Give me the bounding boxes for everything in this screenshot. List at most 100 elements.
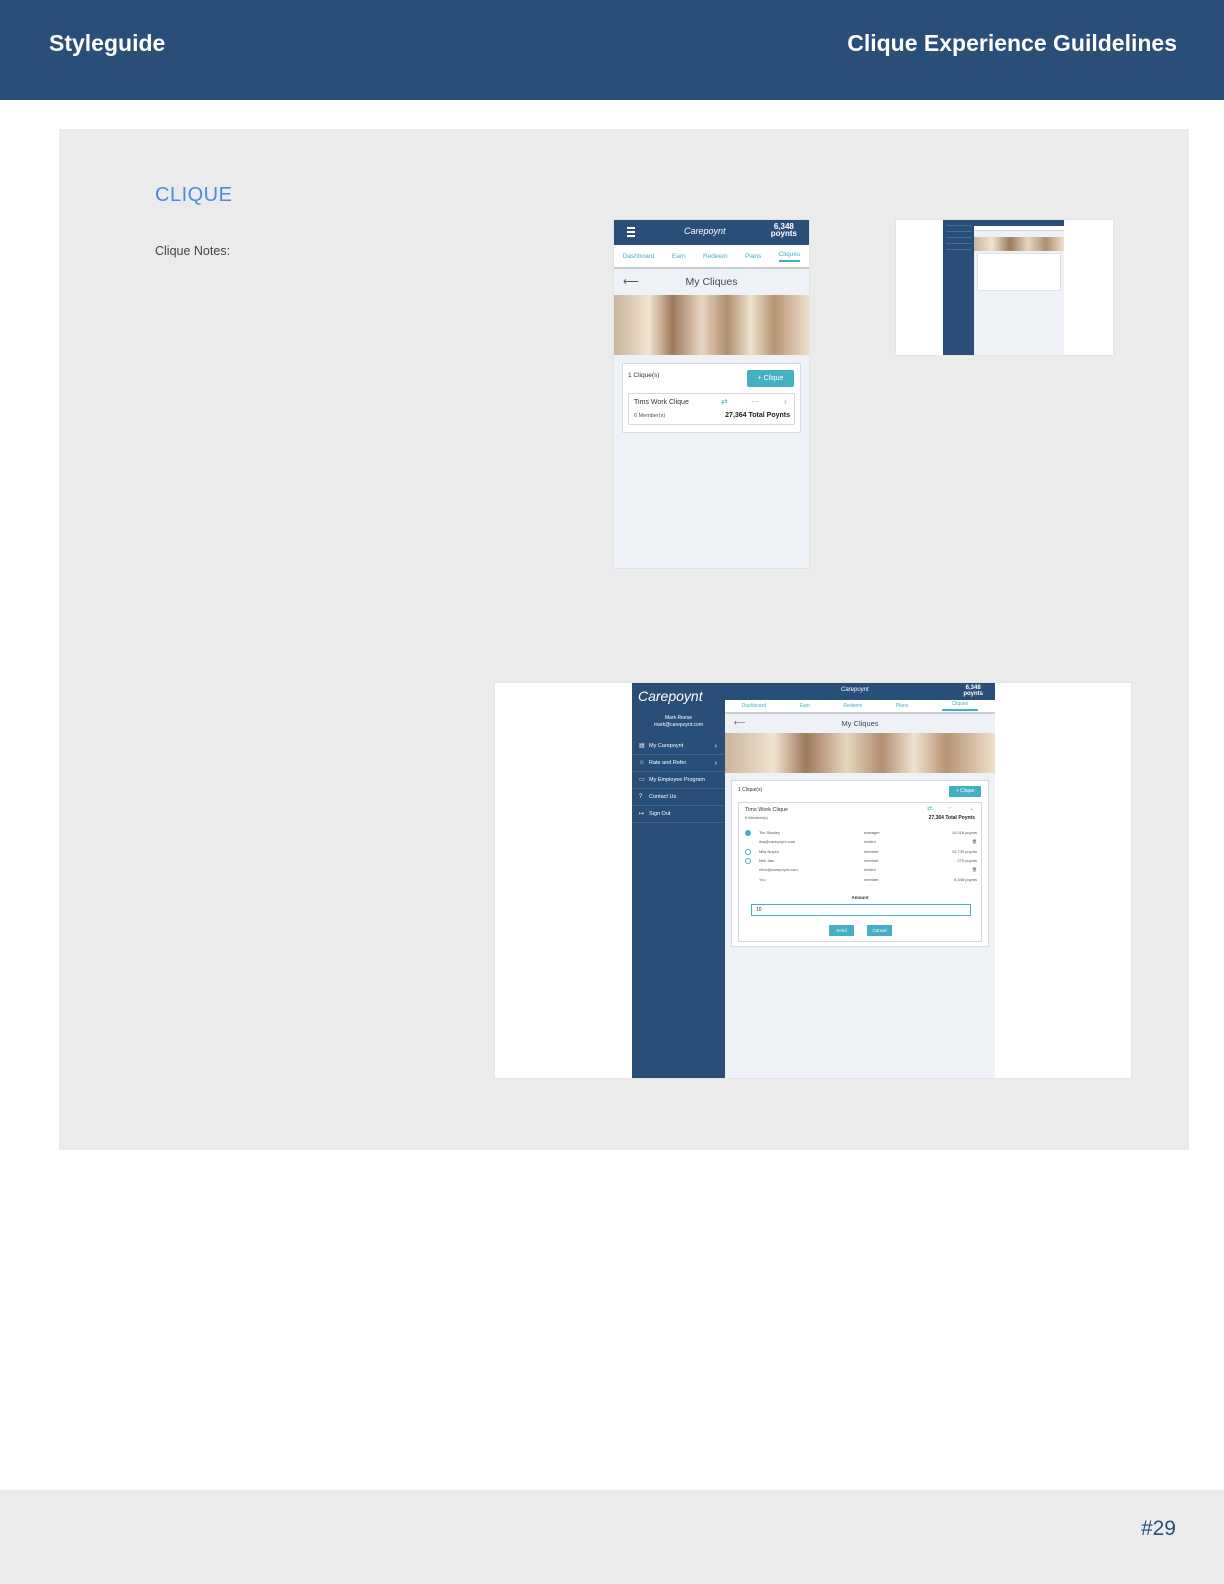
member-name: lisa@carepoynt.com xyxy=(759,839,796,844)
desktop-clique-members: 6 Member(s) xyxy=(745,815,768,820)
mobile-tab-plans[interactable]: Plans xyxy=(745,253,761,260)
mobile-tabs: Dashboard Earn Redeem Plans Cliques xyxy=(614,245,809,269)
desktop-top-bar: Carepoynt 6,348 poynts xyxy=(725,683,995,700)
desktop-user-info: Mark Reese mark@carepoynt.com xyxy=(632,715,725,729)
member-role: member xyxy=(864,877,879,882)
sidebar-item-my-carepoynt[interactable]: ▤ My Carepoynt › xyxy=(632,738,725,755)
transfer-icon[interactable]: ⇄ xyxy=(927,805,932,812)
id-card-icon: ▭ xyxy=(639,777,645,783)
thumbnail-photo xyxy=(974,237,1064,251)
mobile-top-bar: Carepoynt 6,348 poynts xyxy=(614,220,809,245)
send-button[interactable]: Send xyxy=(829,925,854,936)
sidebar-item-sign-out[interactable]: ↦ Sign Out xyxy=(632,806,725,823)
header-document-title: Clique Experience Guildelines xyxy=(847,30,1177,56)
desktop-clique-total: 27,364 Total Poynts xyxy=(928,815,975,821)
desktop-tabs: Dashboard Earn Redeem Plans Cliques xyxy=(725,700,995,714)
trash-icon[interactable]: 🗑 xyxy=(972,867,977,872)
member-row[interactable]: Tim Stanley manager 10,016 poynts xyxy=(739,829,983,838)
desktop-sidebar-menu: ▤ My Carepoynt › ☆ Rate and Refer › ▭ My Empl… xyxy=(632,738,725,823)
trash-icon[interactable]: 🗑 xyxy=(972,839,977,844)
hamburger-icon[interactable] xyxy=(627,227,635,239)
mobile-cliques-screenshot: Carepoynt 6,348 poynts Dashboard Earn Re… xyxy=(613,219,810,569)
mobile-logo: Carepoynt xyxy=(684,226,726,236)
mobile-tab-redeem[interactable]: Redeem xyxy=(703,253,728,260)
transfer-icon[interactable]: ⇄ xyxy=(721,397,728,406)
desktop-points-label: poynts xyxy=(963,691,983,697)
desktop-brand-logo: Carepoynt xyxy=(638,688,703,704)
help-icon: ? xyxy=(639,794,643,800)
desktop-clique-card: 1 Clique(s) + Clique Tims Work Clique ⇄ … xyxy=(731,780,989,947)
page-number: #29 xyxy=(1140,1517,1176,1540)
sidebar-item-rate-and-refer[interactable]: ☆ Rate and Refer › xyxy=(632,755,725,772)
member-name: Tim Stanley xyxy=(759,830,780,835)
checkbox-icon[interactable] xyxy=(745,858,751,864)
member-name: Neil Jain xyxy=(759,858,775,863)
mobile-clique-row[interactable]: Tims Work Clique ⇄ ··· › 6 Member(s) 27,… xyxy=(628,393,795,425)
sidebar-item-employee-program[interactable]: ▭ My Employee Program xyxy=(632,772,725,789)
sidebar-item-contact-us[interactable]: ? Contact Us xyxy=(632,789,725,806)
member-role: member xyxy=(864,849,879,854)
sign-out-icon: ↦ xyxy=(639,811,645,817)
member-row[interactable]: chris@carepoynt.com invited 🗑 xyxy=(739,866,983,875)
member-role: manager xyxy=(864,830,880,835)
member-points: 10,730 poynts xyxy=(951,849,977,854)
sidebar-item-label: Rate and Refer xyxy=(649,760,687,766)
member-name: Mila Noyes xyxy=(759,849,779,854)
desktop-cliques-thumbnail xyxy=(895,219,1114,356)
member-name: You xyxy=(759,877,766,882)
desktop-tab-dashboard[interactable]: Dashboard xyxy=(742,703,766,709)
sidebar-item-label: My Employee Program xyxy=(649,777,705,783)
member-points: 270 poynts xyxy=(957,858,977,863)
desktop-points-badge: 6,348 poynts xyxy=(963,685,983,697)
desktop-main: Carepoynt 6,348 poynts Dashboard Earn Re… xyxy=(725,683,995,1078)
mobile-clique-name: Tims Work Clique xyxy=(634,399,689,406)
chevron-down-icon[interactable]: ⌄ xyxy=(969,805,974,812)
mobile-clique-total: 27,364 Total Poynts xyxy=(725,412,790,419)
page-header: Styleguide Clique Experience Guildelines xyxy=(0,0,1224,100)
chevron-right-icon: › xyxy=(714,743,717,750)
desktop-tab-earn[interactable]: Earn xyxy=(800,703,811,709)
thumbnail-card xyxy=(977,253,1061,291)
desktop-clique-group: Tims Work Clique ⇄ ··· ⌄ 6 Member(s) 27,… xyxy=(738,802,982,942)
member-row[interactable]: Neil Jain member 270 poynts xyxy=(739,857,983,866)
mobile-clique-members: 6 Member(s) xyxy=(634,413,666,419)
mobile-points-badge: 6,348 poynts xyxy=(770,223,797,238)
mobile-page-title: My Cliques xyxy=(685,276,738,288)
checkbox-checked-icon[interactable] xyxy=(745,830,751,836)
more-icon[interactable]: ··· xyxy=(947,805,953,811)
desktop-tab-cliques[interactable]: Cliques xyxy=(941,701,979,711)
chevron-right-icon[interactable]: › xyxy=(784,397,787,406)
desktop-logo: Carepoynt xyxy=(841,687,869,693)
header-styleguide-title: Styleguide xyxy=(49,30,166,56)
family-photo xyxy=(725,733,995,773)
mobile-tab-earn[interactable]: Earn xyxy=(672,253,686,260)
mobile-tab-cliques[interactable]: Cliques xyxy=(778,251,801,262)
member-name: chris@carepoynt.com xyxy=(759,867,798,872)
desktop-clique-name: Tims Work Clique xyxy=(745,807,789,813)
cancel-button[interactable]: Cancel xyxy=(867,925,892,936)
mobile-title-bar: ⟵ My Cliques xyxy=(614,269,809,295)
page-footer: #29 xyxy=(0,1490,1224,1584)
thumbnail-main xyxy=(974,220,1064,355)
desktop-add-clique-button[interactable]: + Clique xyxy=(949,786,981,797)
desktop-sidebar: Carepoynt Mark Reese mark@carepoynt.com … xyxy=(632,683,725,1078)
desktop-tab-plans[interactable]: Plans xyxy=(896,703,909,709)
checkbox-icon[interactable] xyxy=(745,849,751,855)
document-icon: ▤ xyxy=(639,743,645,749)
desktop-clique-count: 1 Clique(s) xyxy=(738,787,763,793)
member-row[interactable]: lisa@carepoynt.com invited 🗑 xyxy=(739,838,983,847)
desktop-page-title: My Cliques xyxy=(841,719,879,728)
mobile-tab-dashboard[interactable]: Dashboard xyxy=(623,253,655,260)
more-icon[interactable]: ··· xyxy=(751,397,759,406)
desktop-user-name: Mark Reese xyxy=(665,715,692,721)
amount-input[interactable]: 10 xyxy=(751,904,971,916)
member-row[interactable]: You member 6,348 poynts xyxy=(739,876,983,885)
thumbnail-sidebar xyxy=(943,220,974,355)
desktop-tab-redeem[interactable]: Redeem xyxy=(843,703,862,709)
mobile-add-clique-button[interactable]: + Clique xyxy=(747,370,794,387)
mobile-points-label: poynts xyxy=(770,229,797,238)
sidebar-item-label: Sign Out xyxy=(649,811,671,817)
member-role: invited xyxy=(864,839,876,844)
member-row[interactable]: Mila Noyes member 10,730 poynts xyxy=(739,848,983,857)
member-role: invited xyxy=(864,867,876,872)
